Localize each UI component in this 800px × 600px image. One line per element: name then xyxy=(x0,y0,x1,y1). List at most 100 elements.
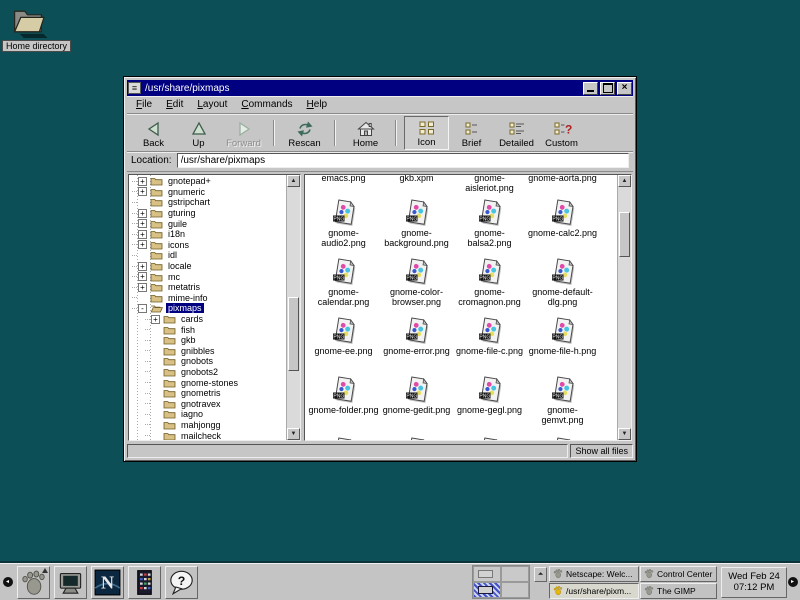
tree-item-fish[interactable]: fish xyxy=(129,324,286,335)
file-gnome-default-dlg.png[interactable]: PNGgnome-default-dlg.png xyxy=(526,253,599,312)
brief-button[interactable]: Brief xyxy=(449,116,494,150)
tree-expander-icon[interactable]: + xyxy=(138,230,147,239)
tree-expander-icon[interactable]: + xyxy=(138,262,147,271)
menu-edit[interactable]: Edit xyxy=(161,97,192,112)
up-button[interactable]: Up xyxy=(176,116,221,150)
file-partial[interactable]: PNG xyxy=(307,430,380,440)
task-button[interactable]: /usr/share/pixm... xyxy=(549,583,639,599)
launcher-netscape[interactable]: N xyxy=(91,566,124,599)
tree-item-iagno[interactable]: iagno xyxy=(129,409,286,420)
file-gnome-balsa2.png[interactable]: PNGgnome-balsa2.png xyxy=(453,194,526,253)
launcher-help[interactable]: ? xyxy=(165,566,198,599)
file-gnome-color-browser.png[interactable]: PNGgnome-color-browser.png xyxy=(380,253,453,312)
file-gnome-gedit.png[interactable]: PNGgnome-gedit.png xyxy=(380,371,453,430)
file-gnome-audio2.png[interactable]: PNGgnome-audio2.png xyxy=(307,194,380,253)
file-gnome-gegl.png[interactable]: PNGgnome-gegl.png xyxy=(453,371,526,430)
menu-layout[interactable]: Layout xyxy=(192,97,236,112)
custom-button[interactable]: ?Custom xyxy=(539,116,584,150)
close-button[interactable] xyxy=(617,82,632,95)
tree-item-gkb[interactable]: gkb xyxy=(129,335,286,346)
tree-item-gnotravex[interactable]: gnotravex xyxy=(129,398,286,409)
tree-expander-icon[interactable]: + xyxy=(138,219,147,228)
scroll-up-icon[interactable] xyxy=(287,175,300,187)
tree-scrollbar[interactable] xyxy=(286,175,300,440)
file-gnome-error.png[interactable]: PNGgnome-error.png xyxy=(380,312,453,371)
task-button[interactable]: Netscape: Welc... xyxy=(549,566,639,582)
tree-expander-icon[interactable]: + xyxy=(138,187,147,196)
file-partial[interactable]: PNG xyxy=(526,430,599,440)
task-button[interactable]: The GIMP xyxy=(640,583,717,599)
file-gnome-ee.png[interactable]: PNGgnome-ee.png xyxy=(307,312,380,371)
panel-hide-right-button[interactable] xyxy=(787,566,798,599)
launcher-terminal[interactable] xyxy=(54,566,87,599)
file-gnome-folder.png[interactable]: PNGgnome-folder.png xyxy=(307,371,380,430)
file-gnome-cromagnon.png[interactable]: PNGgnome-cromagnon.png xyxy=(453,253,526,312)
scroll-up-icon[interactable] xyxy=(618,175,631,187)
file-gnome-file-h.png[interactable]: PNGgnome-file-h.png xyxy=(526,312,599,371)
tree-item-gnobots2[interactable]: gnobots2 xyxy=(129,367,286,378)
maximize-button[interactable] xyxy=(600,82,615,95)
rescan-button[interactable]: Rescan xyxy=(282,116,327,150)
file-gnome-background.png[interactable]: PNGgnome-background.png xyxy=(380,194,453,253)
tree-item-cards[interactable]: +cards xyxy=(129,314,286,325)
tree-item-pixmaps[interactable]: -pixmaps xyxy=(129,303,286,314)
tree-expander-icon[interactable]: + xyxy=(138,283,147,292)
tree-item-gnome-stones[interactable]: gnome-stones xyxy=(129,377,286,388)
file-gnome-calendar.png[interactable]: PNGgnome-calendar.png xyxy=(307,253,380,312)
titlebar[interactable]: /usr/share/pixmaps xyxy=(127,80,633,96)
file-partial[interactable]: PNG xyxy=(380,430,453,440)
menu-help[interactable]: Help xyxy=(302,97,337,112)
file-gnome-aorta.png[interactable]: gnome-aorta.png xyxy=(526,175,599,194)
launcher-main-menu[interactable] xyxy=(17,566,50,599)
file-emacs.png[interactable]: emacs.png xyxy=(307,175,380,194)
menu-file[interactable]: File xyxy=(131,97,161,112)
file-gnome-file-c.png[interactable]: PNGgnome-file-c.png xyxy=(453,312,526,371)
tree-item-mc[interactable]: +mc xyxy=(129,271,286,282)
location-input[interactable] xyxy=(177,153,629,168)
file-partial[interactable]: PNG xyxy=(453,430,526,440)
tree-item-i18n[interactable]: +i18n xyxy=(129,229,286,240)
tree-item-metatris[interactable]: +metatris xyxy=(129,282,286,293)
tree-expander-icon[interactable]: + xyxy=(151,315,160,324)
home-directory-desktop-icon[interactable]: Home directory xyxy=(2,4,71,52)
panel-hide-left-button[interactable] xyxy=(2,566,13,599)
icon-button[interactable]: Icon xyxy=(404,116,449,150)
tree-expander-icon[interactable]: - xyxy=(138,304,147,313)
tree-item-locale[interactable]: +locale xyxy=(129,261,286,272)
tree-item-gturing[interactable]: +gturing xyxy=(129,208,286,219)
file-gnome-calc2.png[interactable]: PNGgnome-calc2.png xyxy=(526,194,599,253)
tree-expander-icon[interactable]: + xyxy=(138,240,147,249)
tree-expander-icon[interactable]: + xyxy=(138,177,147,186)
tree-item-gnumeric[interactable]: +gnumeric xyxy=(129,187,286,198)
window-menu-icon[interactable] xyxy=(128,82,141,94)
file-gnome-aisleriot.png[interactable]: gnome-aisleriot.png xyxy=(453,175,526,194)
tree-expander-icon[interactable]: + xyxy=(138,209,147,218)
file-gnome-gemvt.png[interactable]: PNGgnome-gemvt.png xyxy=(526,371,599,430)
tree-item-gnibbles[interactable]: gnibbles xyxy=(129,346,286,357)
tree-item-idl[interactable]: idl xyxy=(129,250,286,261)
tree-item-mailcheck[interactable]: mailcheck xyxy=(129,430,286,440)
files-scrollbar[interactable] xyxy=(617,175,631,440)
tree-item-gnotepad+[interactable]: +gnotepad+ xyxy=(129,176,286,187)
tree-expander-icon[interactable]: + xyxy=(138,272,147,281)
workspace-2[interactable] xyxy=(501,566,529,582)
tree-item-mahjongg[interactable]: mahjongg xyxy=(129,420,286,431)
workspace-4[interactable] xyxy=(501,582,529,598)
tree-item-mime-info[interactable]: mime-info xyxy=(129,293,286,304)
tasklist-arrow-button[interactable] xyxy=(534,567,547,582)
detailed-button[interactable]: Detailed xyxy=(494,116,539,150)
tree-item-gnometris[interactable]: gnometris xyxy=(129,388,286,399)
back-button[interactable]: Back xyxy=(131,116,176,150)
workspace-3-active[interactable] xyxy=(473,582,501,598)
launcher-keypad[interactable] xyxy=(128,566,161,599)
scroll-down-icon[interactable] xyxy=(287,428,300,440)
show-all-files-indicator[interactable]: Show all files xyxy=(570,444,633,458)
files-scrollbar-thumb[interactable] xyxy=(619,212,630,257)
tree-scrollbar-thumb[interactable] xyxy=(288,297,299,371)
clock-applet[interactable]: Wed Feb 24 07:12 PM xyxy=(721,567,787,598)
file-gkb.xpm[interactable]: gkb.xpm xyxy=(380,175,453,194)
menu-commands[interactable]: Commands xyxy=(236,97,301,112)
tree-item-gstripchart[interactable]: gstripchart xyxy=(129,197,286,208)
tree-item-guile[interactable]: +guile xyxy=(129,218,286,229)
tree-item-icons[interactable]: +icons xyxy=(129,240,286,251)
